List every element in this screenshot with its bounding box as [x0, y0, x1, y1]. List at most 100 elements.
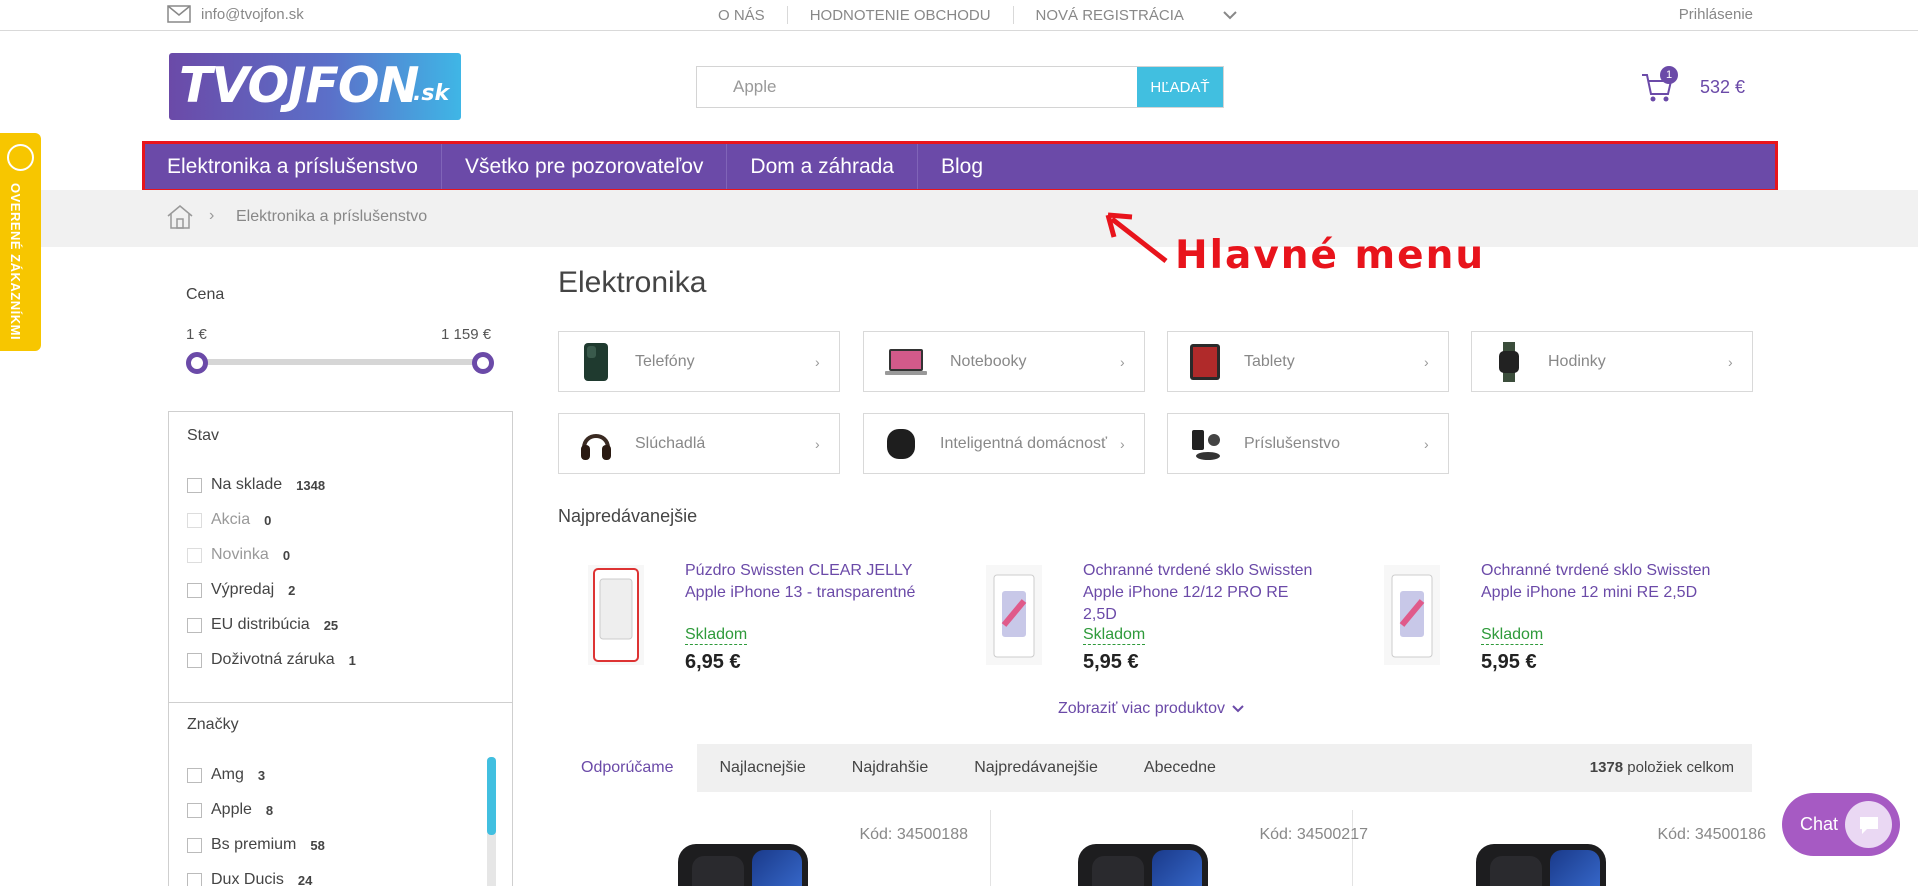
product-price: 5,95 €: [1481, 651, 1537, 673]
cart-total[interactable]: 532 €: [1700, 77, 1745, 98]
main-menu-item-observers[interactable]: Všetko pre pozorovateľov: [442, 144, 728, 189]
product-stock: Skladom: [1481, 626, 1544, 645]
checkbox[interactable]: [187, 767, 202, 783]
price-slider-track[interactable]: [197, 359, 483, 365]
chevron-right-icon: ›: [1424, 353, 1429, 370]
checkbox[interactable]: [187, 837, 202, 853]
product-code: Kód: 34500217: [1259, 826, 1368, 843]
bestseller-product[interactable]: Ochranné tvrdené sklo Swissten Apple iPh…: [956, 555, 1336, 675]
envelope-icon: [167, 5, 191, 23]
product-card[interactable]: Kód: 34500217: [1056, 812, 1386, 886]
checkbox[interactable]: [187, 617, 202, 633]
search-button[interactable]: HĽADAŤ: [1137, 67, 1223, 107]
filter-option[interactable]: Akcia 0: [187, 511, 271, 529]
main-menu-item-home-garden[interactable]: Dom a záhrada: [727, 144, 918, 189]
bestseller-product[interactable]: Ochranné tvrdené sklo Swissten Apple iPh…: [1354, 555, 1734, 675]
sort-tab-most-expensive[interactable]: Najdrahšie: [829, 744, 951, 792]
show-more-label: Zobraziť viac produktov: [1058, 700, 1225, 717]
contact-email[interactable]: info@tvojfon.sk: [167, 5, 304, 23]
sort-tab-alphabetical[interactable]: Abecedne: [1121, 744, 1239, 792]
filter-option[interactable]: Výpredaj 2: [187, 581, 295, 599]
chevron-right-icon: ›: [815, 353, 820, 370]
scrollbar-thumb[interactable]: [487, 757, 496, 835]
brand-list-scrollbar[interactable]: [487, 757, 496, 886]
top-nav-rating[interactable]: HODNOTENIE OBCHODU: [788, 7, 1013, 24]
category-name: Notebooky: [950, 353, 1027, 370]
category-tile-laptops[interactable]: Notebooky ›: [863, 331, 1145, 392]
phone-screen: [1550, 850, 1600, 886]
filter-option[interactable]: Novinka 0: [187, 546, 290, 564]
filter-option[interactable]: EU distribúcia 25: [187, 616, 338, 634]
annotation-arrow-icon: [1105, 212, 1168, 263]
category-tile-phones[interactable]: Telefóny ›: [558, 331, 840, 392]
camera-lens: [1092, 856, 1144, 886]
filter-option[interactable]: Bs premium 58: [187, 836, 325, 854]
bestseller-product[interactable]: Púzdro Swissten CLEAR JELLY Apple iPhone…: [558, 555, 938, 675]
checkbox[interactable]: [187, 802, 202, 818]
product-name[interactable]: Púzdro Swissten CLEAR JELLY Apple iPhone…: [685, 560, 917, 604]
checkbox[interactable]: [187, 477, 202, 493]
filter-option-label: Doživotná záruka: [211, 651, 335, 668]
filter-option[interactable]: Amg 3: [187, 766, 265, 784]
category-name: Tablety: [1244, 353, 1295, 370]
filter-option-count: 0: [282, 547, 291, 563]
watch-icon: [1492, 341, 1526, 382]
checkbox[interactable]: [187, 652, 202, 668]
filter-option-label: Akcia: [211, 511, 251, 528]
category-tile-headphones[interactable]: Slúchadlá ›: [558, 413, 840, 474]
verified-customers-badge[interactable]: OVERENÉ ZÁKAZNÍKMI: [0, 133, 41, 351]
filter-option[interactable]: Na sklade 1348: [187, 476, 325, 494]
category-tile-tablets[interactable]: Tablety ›: [1167, 331, 1449, 392]
chevron-right-icon: ›: [1728, 353, 1733, 370]
category-tile-watches[interactable]: Hodinky ›: [1471, 331, 1753, 392]
checkbox[interactable]: [187, 547, 202, 563]
category-tile-smart-home[interactable]: Inteligentná domácnosť ›: [863, 413, 1145, 474]
filter-option-label: Dux Ducis: [211, 871, 284, 886]
charger-icon: [1188, 424, 1222, 464]
search-input[interactable]: Apple: [697, 67, 1137, 107]
chat-button[interactable]: Chat: [1782, 793, 1900, 856]
filter-option[interactable]: Dux Ducis 24: [187, 871, 312, 886]
cart-icon[interactable]: 1: [1640, 66, 1678, 104]
product-image[interactable]: [1078, 844, 1208, 886]
product-image[interactable]: [986, 565, 1042, 665]
category-name: Telefóny: [635, 353, 695, 370]
product-image[interactable]: [678, 844, 808, 886]
laptop-icon: [884, 342, 928, 382]
product-image[interactable]: [588, 565, 644, 665]
product-card[interactable]: Kód: 34500186: [1454, 812, 1784, 886]
main-menu-item-electronics[interactable]: Elektronika a príslušenstvo: [145, 144, 442, 189]
login-link[interactable]: Prihlásenie: [1679, 6, 1753, 23]
show-more-products-link[interactable]: Zobraziť viac produktov: [1058, 700, 1245, 718]
checkbox[interactable]: [187, 512, 202, 528]
filter-option[interactable]: Doživotná záruka 1: [187, 651, 356, 669]
top-nav-about[interactable]: O NÁS: [696, 7, 787, 24]
product-card[interactable]: Kód: 34500188: [656, 812, 986, 886]
product-image[interactable]: [1476, 844, 1606, 886]
total-items-label: položiek celkom: [1623, 759, 1734, 776]
price-slider-min-handle[interactable]: [186, 352, 208, 374]
sort-tab-recommended[interactable]: Odporúčame: [558, 744, 697, 792]
home-icon[interactable]: [166, 204, 194, 230]
page-title: Elektronika: [558, 266, 707, 299]
total-items-number: 1378: [1589, 759, 1624, 776]
checkbox[interactable]: [187, 872, 202, 886]
product-name[interactable]: Ochranné tvrdené sklo Swissten Apple iPh…: [1481, 560, 1713, 604]
filter-divider: [169, 702, 512, 703]
sort-tab-cheapest[interactable]: Najlacnejšie: [697, 744, 829, 792]
sort-tab-bestselling[interactable]: Najpredávanejšie: [951, 744, 1121, 792]
checkbox[interactable]: [187, 582, 202, 598]
main-menu-item-blog[interactable]: Blog: [918, 144, 1006, 189]
filter-option-label: EU distribúcia: [211, 616, 310, 633]
cart[interactable]: 1 532 €: [1640, 66, 1745, 104]
filter-option[interactable]: Apple 8: [187, 801, 273, 819]
category-tile-accessories[interactable]: Príslušenstvo ›: [1167, 413, 1449, 474]
top-nav-register[interactable]: NOVÁ REGISTRÁCIA: [1014, 7, 1206, 24]
site-logo[interactable]: TVOJFON .sk: [169, 53, 461, 120]
price-slider-max-handle[interactable]: [472, 352, 494, 374]
product-name[interactable]: Ochranné tvrdené sklo Swissten Apple iPh…: [1083, 560, 1315, 626]
breadcrumb-separator-icon: ›: [209, 207, 215, 224]
chevron-down-icon[interactable]: [1222, 10, 1238, 20]
product-image[interactable]: [1384, 565, 1440, 665]
filter-panel: Stav Na sklade 1348 Akcia 0 Novinka 0 Vý…: [168, 411, 513, 886]
